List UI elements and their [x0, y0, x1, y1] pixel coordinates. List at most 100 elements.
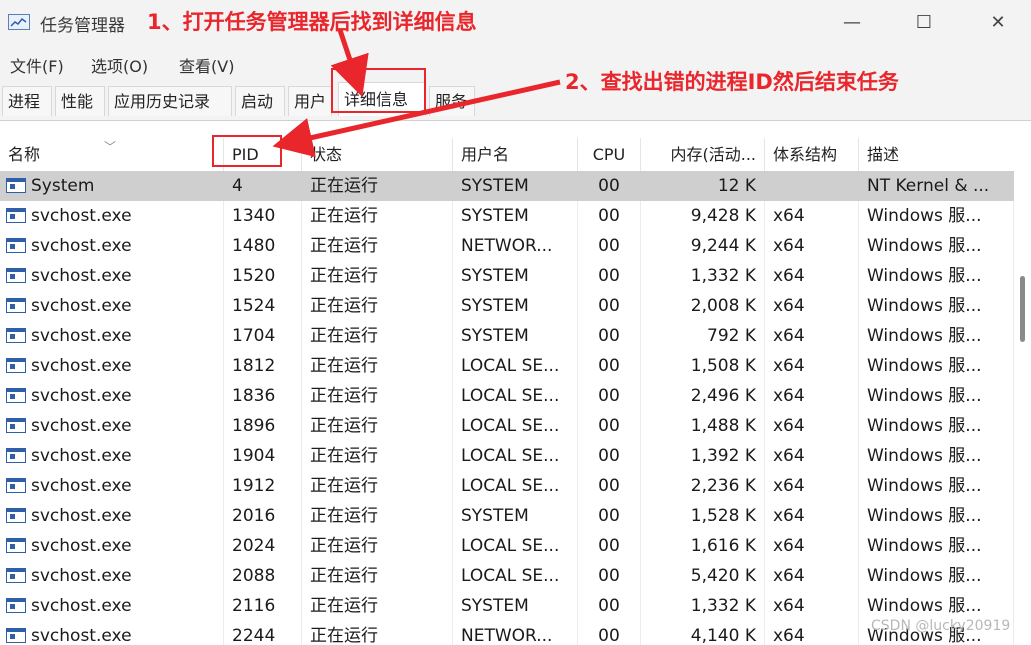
- process-name: svchost.exe: [31, 236, 132, 256]
- column-description[interactable]: 描述: [859, 138, 1014, 171]
- vertical-scrollbar[interactable]: [1014, 138, 1031, 645]
- menu-options[interactable]: 选项(O): [91, 53, 148, 77]
- cell-desc: Windows 服...: [859, 201, 1014, 231]
- process-window-icon: [6, 598, 26, 613]
- pid-column-highlight: [212, 135, 282, 167]
- cell-mem: 9,428 K: [641, 201, 765, 231]
- cell-status: 正在运行: [302, 171, 453, 201]
- cell-status: 正在运行: [302, 321, 453, 351]
- cell-cpu: 00: [578, 531, 641, 561]
- process-name: System: [31, 176, 95, 196]
- cell-pid: 2024: [224, 531, 302, 561]
- task-manager-icon: [8, 14, 30, 30]
- process-name: svchost.exe: [31, 506, 132, 526]
- cell-pid: 1520: [224, 261, 302, 291]
- scrollbar-thumb[interactable]: [1020, 276, 1025, 342]
- tab-users[interactable]: 用户: [288, 86, 332, 116]
- cell-cpu: 00: [578, 471, 641, 501]
- cell-name: System: [0, 171, 224, 201]
- window-title: 任务管理器: [40, 16, 125, 36]
- table-row[interactable]: System 4 正在运行 SYSTEM 00 12 K NT Kernel & ...: [0, 171, 1014, 201]
- cell-name: svchost.exe: [0, 621, 224, 645]
- cell-pid: 1896: [224, 411, 302, 441]
- process-window-icon: [6, 628, 26, 643]
- cell-pid: 1480: [224, 231, 302, 261]
- tab-services[interactable]: 服务: [429, 86, 475, 116]
- tab-startup[interactable]: 启动: [235, 86, 285, 116]
- cell-arch: x64: [765, 441, 859, 471]
- table-row[interactable]: svchost.exe 1904 正在运行 LOCAL SE... 00 1,392 Kx…: [0, 441, 1014, 471]
- cell-user: LOCAL SE...: [453, 471, 578, 501]
- tab-performance[interactable]: 性能: [55, 86, 105, 116]
- menu-view[interactable]: 查看(V): [179, 53, 234, 77]
- column-memory[interactable]: 内存(活动...: [641, 138, 765, 171]
- table-row[interactable]: svchost.exe 2024 正在运行 LOCAL SE... 00 1,616 Kx…: [0, 531, 1014, 561]
- cell-name: svchost.exe: [0, 471, 224, 501]
- cell-name: svchost.exe: [0, 321, 224, 351]
- tab-processes[interactable]: 进程: [2, 86, 52, 116]
- minimize-button[interactable]: —: [830, 8, 874, 38]
- cell-desc: Windows 服...: [859, 351, 1014, 381]
- process-name: svchost.exe: [31, 296, 132, 316]
- menu-file[interactable]: 文件(F): [10, 53, 64, 77]
- table-row[interactable]: svchost.exe 1896 正在运行 LOCAL SE... 00 1,488 Kx…: [0, 411, 1014, 441]
- table-row[interactable]: svchost.exe 1812 正在运行 LOCAL SE... 00 1,508 Kx…: [0, 351, 1014, 381]
- process-name: svchost.exe: [31, 266, 132, 286]
- table-row[interactable]: svchost.exe 1524 正在运行 SYSTEM 00 2,008 Kx64 Win…: [0, 291, 1014, 321]
- cell-pid: 1836: [224, 381, 302, 411]
- cell-pid: 4: [224, 171, 302, 201]
- table-row[interactable]: svchost.exe 1340 正在运行 SYSTEM 00 9,428 Kx64 Win…: [0, 201, 1014, 231]
- column-architecture[interactable]: 体系结构: [765, 138, 859, 171]
- chevron-down-icon: ﹀: [104, 140, 117, 154]
- table-row[interactable]: svchost.exe 2088 正在运行 LOCAL SE... 00 5,420 Kx…: [0, 561, 1014, 591]
- close-button[interactable]: ✕: [976, 8, 1020, 38]
- cell-mem: 1,508 K: [641, 351, 765, 381]
- cell-user: LOCAL SE...: [453, 531, 578, 561]
- cell-mem: 1,332 K: [641, 591, 765, 621]
- cell-name: svchost.exe: [0, 231, 224, 261]
- tab-app-history[interactable]: 应用历史记录: [108, 86, 232, 116]
- table-row[interactable]: svchost.exe 1520 正在运行 SYSTEM 00 1,332 Kx64 Win…: [0, 261, 1014, 291]
- cell-arch: x64: [765, 351, 859, 381]
- cell-mem: 792 K: [641, 321, 765, 351]
- cell-name: svchost.exe: [0, 531, 224, 561]
- table-row[interactable]: svchost.exe 1704 正在运行 SYSTEM 00 792 Kx64 Windo…: [0, 321, 1014, 351]
- cell-user: LOCAL SE...: [453, 561, 578, 591]
- cell-desc: Windows 服...: [859, 291, 1014, 321]
- table-row[interactable]: svchost.exe 2116 正在运行 SYSTEM 00 1,332 Kx64 Win…: [0, 591, 1014, 621]
- cell-user: SYSTEM: [453, 501, 578, 531]
- table-row[interactable]: svchost.exe 1836 正在运行 LOCAL SE... 00 2,496 Kx…: [0, 381, 1014, 411]
- table-row[interactable]: svchost.exe 2016 正在运行 SYSTEM 00 1,528 Kx64 Win…: [0, 501, 1014, 531]
- cell-desc: Windows 服...: [859, 321, 1014, 351]
- cell-desc: Windows 服...: [859, 411, 1014, 441]
- cell-pid: 1340: [224, 201, 302, 231]
- table-row[interactable]: svchost.exe 1480 正在运行 NETWOR... 00 9,244 Kx64…: [0, 231, 1014, 261]
- table-row[interactable]: svchost.exe 2244 正在运行 NETWOR... 00 4,140 Kx64…: [0, 621, 1014, 645]
- process-window-icon: [6, 238, 26, 253]
- column-status[interactable]: 状态: [302, 138, 453, 171]
- cell-cpu: 00: [578, 621, 641, 645]
- process-name: svchost.exe: [31, 326, 132, 346]
- cell-user: NETWOR...: [453, 231, 578, 261]
- cell-arch: x64: [765, 531, 859, 561]
- cell-user: NETWOR...: [453, 621, 578, 645]
- cell-user: LOCAL SE...: [453, 411, 578, 441]
- cell-user: SYSTEM: [453, 261, 578, 291]
- cell-cpu: 00: [578, 501, 641, 531]
- maximize-button[interactable]: ☐: [902, 8, 946, 38]
- cell-cpu: 00: [578, 231, 641, 261]
- column-username[interactable]: 用户名: [453, 138, 578, 171]
- cell-arch: x64: [765, 381, 859, 411]
- cell-desc: Windows 服...: [859, 561, 1014, 591]
- cell-user: LOCAL SE...: [453, 381, 578, 411]
- cell-arch: x64: [765, 291, 859, 321]
- cell-status: 正在运行: [302, 621, 453, 645]
- process-window-icon: [6, 418, 26, 433]
- cell-mem: 9,244 K: [641, 231, 765, 261]
- cell-pid: 1904: [224, 441, 302, 471]
- cell-mem: 2,496 K: [641, 381, 765, 411]
- table-row[interactable]: svchost.exe 1912 正在运行 LOCAL SE... 00 2,236 Kx…: [0, 471, 1014, 501]
- column-cpu[interactable]: CPU: [578, 138, 641, 171]
- cell-name: svchost.exe: [0, 561, 224, 591]
- process-name: svchost.exe: [31, 416, 132, 436]
